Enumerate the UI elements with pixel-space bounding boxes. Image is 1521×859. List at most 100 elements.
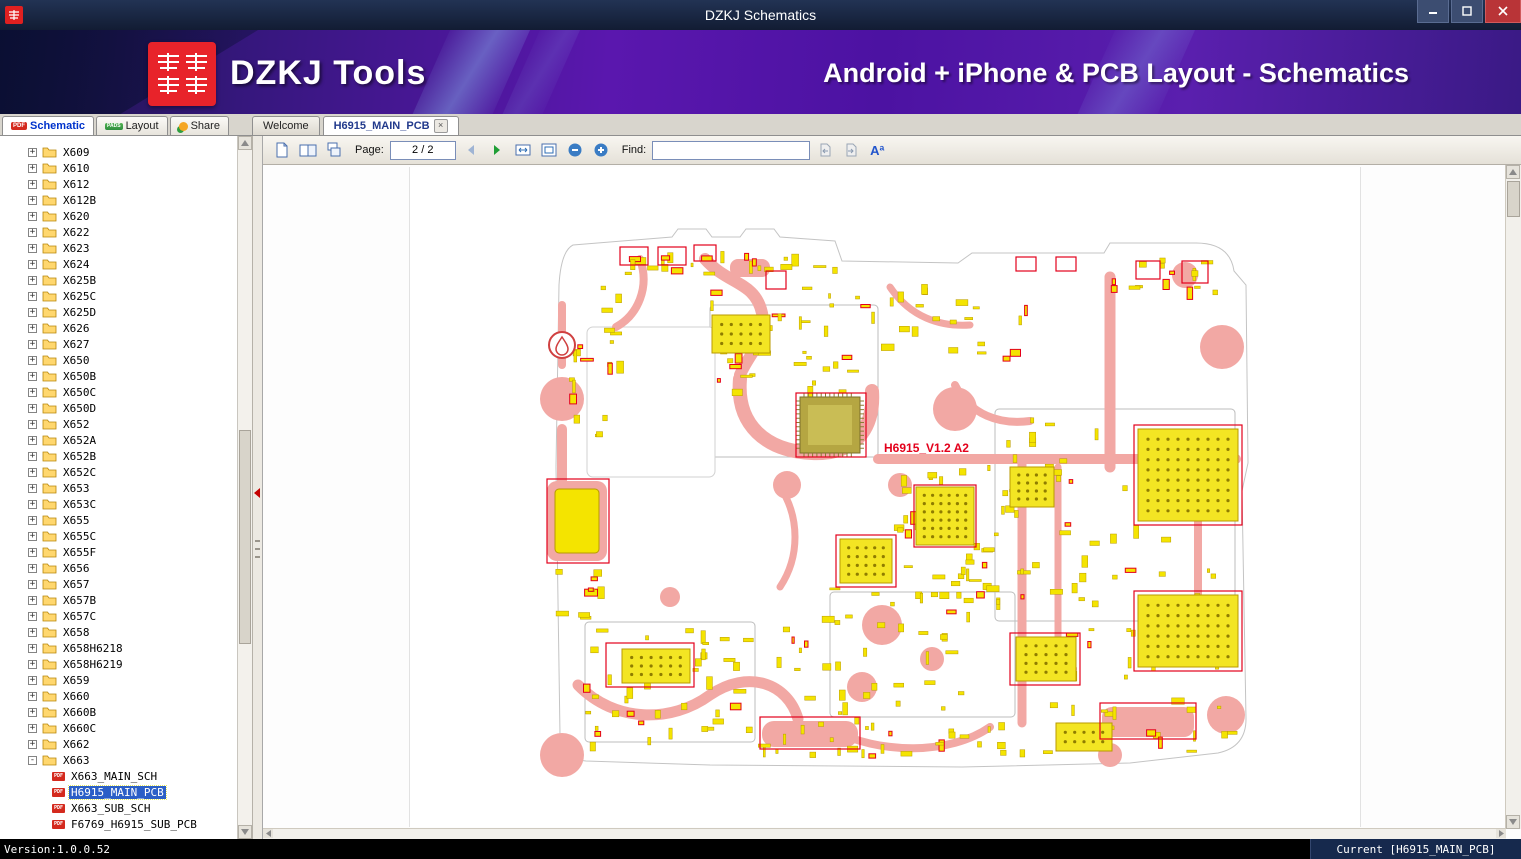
tree-folder-X659[interactable]: +X659 [0, 672, 238, 688]
tree-folder-X650C[interactable]: +X650C [0, 384, 238, 400]
tree-folder-X609[interactable]: +X609 [0, 144, 238, 160]
next-page-icon[interactable] [486, 139, 508, 161]
document-canvas[interactable]: H6915_V1.2 A2 [263, 165, 1521, 839]
expand-icon[interactable]: + [28, 324, 37, 333]
expand-icon[interactable]: + [28, 244, 37, 253]
previous-page-icon[interactable] [460, 139, 482, 161]
expand-icon[interactable]: + [28, 628, 37, 637]
expand-icon[interactable]: + [28, 404, 37, 413]
single-page-icon[interactable] [271, 139, 293, 161]
minimize-button[interactable] [1417, 0, 1449, 23]
match-case-icon[interactable]: Aª [866, 139, 888, 161]
expand-icon[interactable]: + [28, 148, 37, 157]
tab-layout[interactable]: PADS Layout [96, 116, 168, 135]
tab-welcome[interactable]: Welcome [252, 116, 320, 135]
expand-icon[interactable]: + [28, 596, 37, 605]
expand-icon[interactable]: + [28, 276, 37, 285]
tree-folder-X655[interactable]: +X655 [0, 512, 238, 528]
expand-icon[interactable]: + [28, 532, 37, 541]
tree-folder-X663[interactable]: -X663 [0, 752, 238, 768]
expand-icon[interactable]: + [28, 372, 37, 381]
tree-folder-X652B[interactable]: +X652B [0, 448, 238, 464]
expand-icon[interactable]: + [28, 308, 37, 317]
tree-folder-X660C[interactable]: +X660C [0, 720, 238, 736]
expand-icon[interactable]: + [28, 548, 37, 557]
tree-folder-X650[interactable]: +X650 [0, 352, 238, 368]
expand-icon[interactable]: + [28, 612, 37, 621]
tree-folder-X652A[interactable]: +X652A [0, 432, 238, 448]
pdf-sheet[interactable]: H6915_V1.2 A2 [409, 167, 1361, 827]
expand-icon[interactable]: + [28, 260, 37, 269]
expand-icon[interactable]: + [28, 660, 37, 669]
scroll-up-icon[interactable] [238, 136, 252, 150]
expand-icon[interactable]: + [28, 644, 37, 653]
tree-folder-X625B[interactable]: +X625B [0, 272, 238, 288]
tab-h6915-main-pcb[interactable]: H6915_MAIN_PCB × [323, 116, 459, 135]
tree-doc-X663_SUB_SCH[interactable]: PDFX663_SUB_SCH [0, 800, 238, 816]
tab-share[interactable]: Share [170, 116, 229, 135]
expand-icon[interactable]: + [28, 580, 37, 589]
expand-icon[interactable]: + [28, 292, 37, 301]
continuous-pages-icon[interactable] [323, 139, 345, 161]
collapse-icon[interactable]: - [28, 756, 37, 765]
expand-icon[interactable]: + [28, 388, 37, 397]
zoom-out-icon[interactable] [564, 139, 586, 161]
tree-folder-X656[interactable]: +X656 [0, 560, 238, 576]
tree-folder-X612[interactable]: +X612 [0, 176, 238, 192]
expand-icon[interactable]: + [28, 340, 37, 349]
expand-icon[interactable]: + [28, 196, 37, 205]
sidebar-scrollbar[interactable] [237, 136, 252, 839]
tree-folder-X652C[interactable]: +X652C [0, 464, 238, 480]
expand-icon[interactable]: + [28, 212, 37, 221]
scroll-thumb[interactable] [1507, 181, 1520, 217]
expand-icon[interactable]: + [28, 500, 37, 509]
expand-icon[interactable]: + [28, 516, 37, 525]
collapse-panel-icon[interactable] [254, 488, 260, 498]
tree-folder-X620[interactable]: +X620 [0, 208, 238, 224]
find-previous-icon[interactable] [814, 139, 836, 161]
close-button[interactable] [1485, 0, 1521, 23]
fit-page-icon[interactable] [538, 139, 560, 161]
splitter-grip-icon[interactable] [255, 540, 260, 558]
vertical-scrollbar[interactable] [1505, 165, 1521, 829]
tree-folder-X627[interactable]: +X627 [0, 336, 238, 352]
tree-folder-X660B[interactable]: +X660B [0, 704, 238, 720]
tree-folder-X626[interactable]: +X626 [0, 320, 238, 336]
tree-folder-X612B[interactable]: +X612B [0, 192, 238, 208]
expand-icon[interactable]: + [28, 452, 37, 461]
tree-doc-F6769_H6915_SUB_PCB[interactable]: PDFF6769_H6915_SUB_PCB [0, 816, 238, 832]
tree-folder-X662[interactable]: +X662 [0, 736, 238, 752]
expand-icon[interactable]: + [28, 420, 37, 429]
expand-icon[interactable]: + [28, 468, 37, 477]
close-tab-icon[interactable]: × [434, 119, 448, 133]
tree-folder-X650B[interactable]: +X650B [0, 368, 238, 384]
expand-icon[interactable]: + [28, 692, 37, 701]
tree-doc-H6915_MAIN_PCB[interactable]: PDFH6915_MAIN_PCB [0, 784, 238, 800]
expand-icon[interactable]: + [28, 228, 37, 237]
panel-splitter[interactable] [253, 136, 263, 839]
zoom-in-icon[interactable] [590, 139, 612, 161]
expand-icon[interactable]: + [28, 740, 37, 749]
tree-folder-X660[interactable]: +X660 [0, 688, 238, 704]
tree-folder-X655F[interactable]: +X655F [0, 544, 238, 560]
find-input[interactable] [652, 141, 810, 160]
tree-folder-X658[interactable]: +X658 [0, 624, 238, 640]
tree-folder-X622[interactable]: +X622 [0, 224, 238, 240]
scroll-up-icon[interactable] [1506, 165, 1520, 179]
tree-folder-X653[interactable]: +X653 [0, 480, 238, 496]
sidebar-scroll-thumb[interactable] [239, 430, 251, 644]
pcb-drawing[interactable]: H6915_V1.2 A2 [410, 167, 1360, 827]
horizontal-scrollbar[interactable] [263, 828, 1506, 839]
expand-icon[interactable]: + [28, 164, 37, 173]
scroll-right-icon[interactable] [1496, 829, 1506, 838]
tree-folder-X623[interactable]: +X623 [0, 240, 238, 256]
facing-pages-icon[interactable] [297, 139, 319, 161]
scroll-left-icon[interactable] [263, 829, 273, 838]
expand-icon[interactable]: + [28, 676, 37, 685]
page-input[interactable] [390, 141, 456, 160]
expand-icon[interactable]: + [28, 356, 37, 365]
expand-icon[interactable]: + [28, 564, 37, 573]
tree-folder-X653C[interactable]: +X653C [0, 496, 238, 512]
scroll-down-icon[interactable] [238, 825, 252, 839]
expand-icon[interactable]: + [28, 708, 37, 717]
